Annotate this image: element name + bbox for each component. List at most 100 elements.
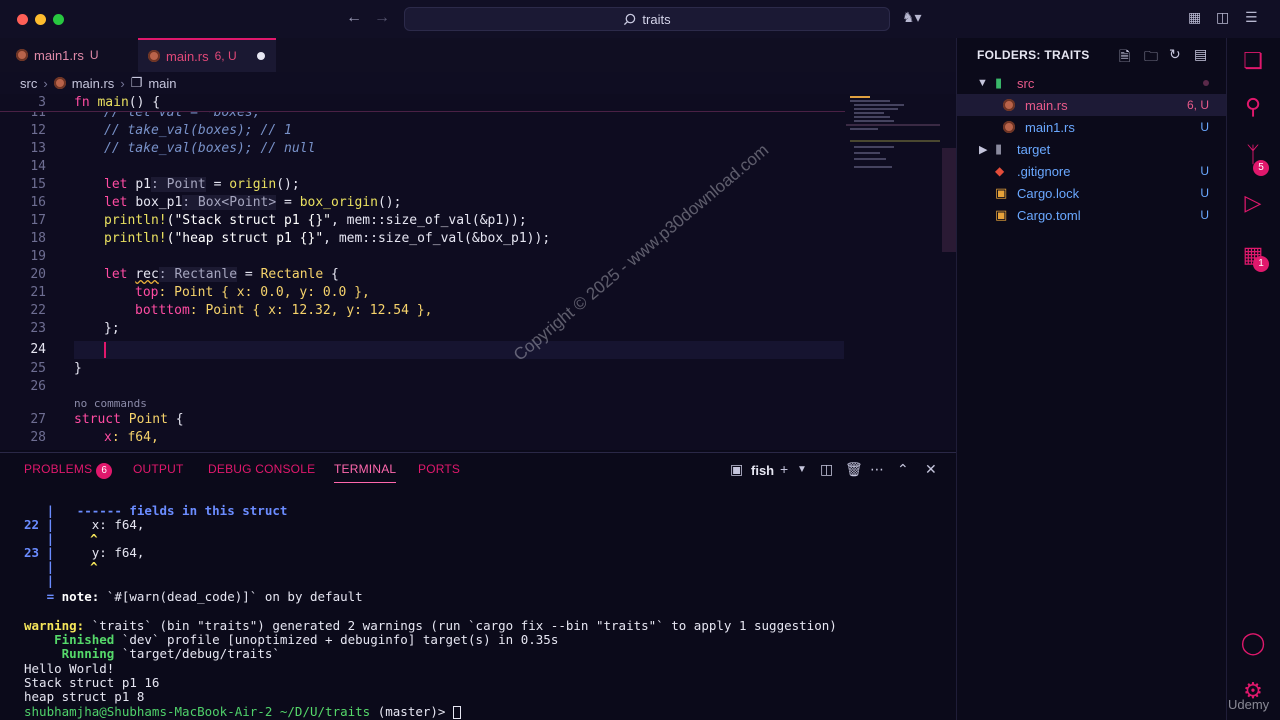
field-value: : Point { x: 0.0, y: 0.0 }, xyxy=(158,285,370,300)
type-hint: : Box<Point> xyxy=(182,195,277,210)
search-icon[interactable]: ⚲ xyxy=(1239,94,1267,120)
folder-icon: ▮ xyxy=(995,141,1003,156)
explorer-file-cargo-lock[interactable]: ▣ Cargo.lock U xyxy=(957,182,1227,204)
activity-bar: ❏ ⚲ ᛉ 5 ▷ ▦ 1 ◯ ⚙ xyxy=(1226,38,1280,720)
explorer-file-cargo-toml[interactable]: ▣ Cargo.toml U xyxy=(957,204,1227,226)
tab-problems[interactable]: PROBLEMS 6 xyxy=(24,462,113,479)
type-name: Point xyxy=(128,412,168,427)
cube-icon: ❐ xyxy=(130,75,143,90)
more-icon[interactable]: ⋯ xyxy=(870,461,884,478)
explorer-file-gitignore[interactable]: ◆ .gitignore U xyxy=(957,160,1227,182)
close-window-button[interactable] xyxy=(17,14,28,25)
chevron-down-icon[interactable]: ▼ xyxy=(797,464,807,475)
run-debug-icon[interactable]: ▷ xyxy=(1239,190,1267,216)
type-hint: : Point xyxy=(150,177,206,192)
search-icon xyxy=(624,13,636,25)
line-number: 25 xyxy=(30,361,46,376)
tab-main1-rs[interactable]: main1.rs U xyxy=(6,38,134,72)
udemy-watermark: Udemy xyxy=(1228,697,1270,712)
variable: p1 xyxy=(135,177,151,192)
line-number: 18 xyxy=(30,231,46,246)
line-number: 19 xyxy=(30,249,46,264)
terminal-output-line: Stack struct p1 16 xyxy=(24,675,160,690)
explorer-item-label: src xyxy=(1017,75,1035,91)
code-rest: , mem::size_of_val(&p1)); xyxy=(331,213,527,228)
tab-status: U xyxy=(89,48,99,62)
breadcrumb-folder[interactable]: src xyxy=(20,76,37,91)
keyword: fn xyxy=(74,95,90,110)
line-number: 14 xyxy=(30,159,46,174)
trash-icon[interactable]: 🗑 xyxy=(845,461,863,478)
tab-main-rs[interactable]: main.rs 6, U xyxy=(138,38,276,72)
field-value: : f64, xyxy=(111,430,159,445)
toggle-sidebar-icon[interactable]: ◫ xyxy=(1216,9,1229,26)
explorer-item-status: U xyxy=(1200,186,1209,200)
unsaved-dot-icon[interactable] xyxy=(256,52,265,60)
terminal-running-label: Running xyxy=(61,646,115,661)
command-center-search[interactable]: traits xyxy=(404,7,890,31)
code-comment: // take_val(boxes); // null xyxy=(104,141,316,156)
files-icon[interactable]: ❏ xyxy=(1239,48,1267,74)
terminal-running-text: `target/debug/traits` xyxy=(114,646,280,661)
collapse-all-icon[interactable]: ▤ xyxy=(1194,46,1207,63)
codelens-hint[interactable]: no commands xyxy=(74,397,147,410)
code-line: } xyxy=(74,361,82,376)
menu-icon[interactable]: ☰ xyxy=(1245,9,1258,26)
explorer-file-main-rs[interactable]: main.rs 6, U xyxy=(957,94,1227,116)
copilot-icon[interactable]: ♞▾ xyxy=(902,9,922,26)
terminal-code-text: x: f64, xyxy=(91,517,145,532)
line-number: 28 xyxy=(30,430,46,445)
close-panel-icon[interactable]: ✕ xyxy=(925,461,937,478)
terminal-line-number: 23 xyxy=(24,545,40,560)
line-number: 20 xyxy=(30,267,46,282)
split-terminal-icon[interactable]: ◫ xyxy=(820,461,833,478)
sticky-scroll-header[interactable]: 3 fn main() { xyxy=(0,94,845,112)
breadcrumb-file[interactable]: main.rs xyxy=(72,76,115,91)
account-icon[interactable]: ◯ xyxy=(1239,630,1267,656)
chevron-up-icon[interactable]: ⌃ xyxy=(897,461,909,478)
type-hint: : Rectanle xyxy=(158,267,238,282)
back-arrow-icon[interactable]: ← xyxy=(346,9,362,27)
breadcrumb: src › main.rs › ❐ main xyxy=(0,72,956,94)
tab-ports[interactable]: PORTS xyxy=(418,462,460,476)
maximize-window-button[interactable] xyxy=(53,14,64,25)
new-folder-icon[interactable]: 🗀 xyxy=(1144,46,1158,70)
explorer-item-status: 6, U xyxy=(1186,98,1209,112)
code-line: println!("Stack struct p1 {}", mem::size… xyxy=(104,212,527,230)
add-terminal-icon[interactable]: + xyxy=(780,461,788,477)
tab-label: PROBLEMS xyxy=(24,462,93,476)
minimap[interactable] xyxy=(846,94,942,194)
editor-scroll-thumb[interactable] xyxy=(942,148,956,252)
explorer-file-main1-rs[interactable]: main1.rs U xyxy=(957,116,1227,138)
rust-file-icon xyxy=(16,49,28,61)
tab-terminal[interactable]: TERMINAL xyxy=(334,462,397,483)
explorer-item-label: Cargo.toml xyxy=(1017,207,1081,223)
terminal-icon: ▣ xyxy=(730,461,744,477)
customize-layout-icon[interactable]: ▦ xyxy=(1188,9,1201,26)
refresh-icon[interactable]: ↻ xyxy=(1169,46,1181,63)
breadcrumb-symbol[interactable]: main xyxy=(148,76,176,91)
operator: = xyxy=(276,195,300,210)
new-file-icon[interactable]: 🗎 xyxy=(1119,46,1130,70)
terminal-warning-label: warning: xyxy=(24,618,85,633)
explorer-item-label: Cargo.lock xyxy=(1017,185,1080,201)
chevron-right-icon: › xyxy=(43,75,48,91)
line-number: 13 xyxy=(30,141,46,156)
tab-output[interactable]: OUTPUT xyxy=(133,462,184,476)
forward-arrow-icon[interactable]: → xyxy=(374,9,390,27)
explorer-folder-target[interactable]: ▶ ▮ target xyxy=(957,138,1227,160)
package-icon: ▣ xyxy=(995,207,1008,222)
terminal-finished-text: `dev` profile [unoptimized + debuginfo] … xyxy=(114,632,559,647)
terminal-code-text: y: f64, xyxy=(91,545,145,560)
variable: box_p1 xyxy=(135,195,183,210)
git-icon: ◆ xyxy=(995,164,1005,178)
code-editor[interactable]: 11// let val = *boxes; 12// take_val(box… xyxy=(0,94,956,450)
operator: = xyxy=(237,267,261,282)
tab-debug-console[interactable]: DEBUG CONSOLE xyxy=(208,462,315,476)
terminal-output[interactable]: | ------ fields in this struct 22 | x: f… xyxy=(0,487,956,720)
minimize-window-button[interactable] xyxy=(35,14,46,25)
explorer-folder-src[interactable]: ▼ ▮ src xyxy=(957,72,1227,94)
problems-count-badge: 6 xyxy=(96,463,113,479)
terminal-shell-name[interactable]: fish xyxy=(751,463,774,478)
prompt-cwd: ~/D/U/traits xyxy=(272,704,371,719)
